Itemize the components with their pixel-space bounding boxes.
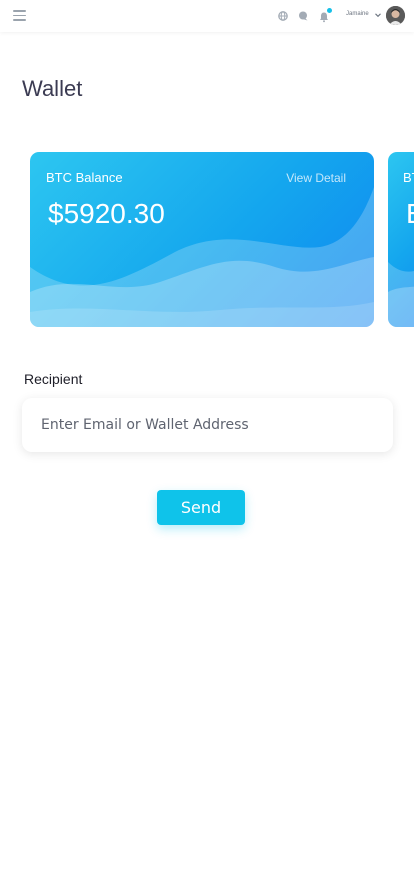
card-title: BT xyxy=(403,170,414,185)
card-title: BTC Balance xyxy=(46,170,123,185)
next-balance-card[interactable]: BT E xyxy=(388,152,414,327)
recipient-label: Recipient xyxy=(24,371,83,387)
send-button[interactable]: Send xyxy=(157,490,245,525)
avatar[interactable] xyxy=(386,6,405,25)
page-title: Wallet xyxy=(22,76,83,101)
view-detail-link[interactable]: View Detail xyxy=(286,171,346,185)
user-name[interactable]: Jamaine xyxy=(346,11,369,17)
globe-icon[interactable] xyxy=(277,10,289,22)
card-balance: $5920.30 xyxy=(48,198,165,229)
chevron-down-icon[interactable] xyxy=(374,11,382,19)
chat-icon[interactable] xyxy=(297,10,309,22)
notification-dot xyxy=(327,8,332,13)
hamburger-icon[interactable] xyxy=(13,10,26,21)
recipient-field-wrapper xyxy=(22,398,393,452)
top-bar: Jamaine xyxy=(0,0,414,32)
recipient-input[interactable] xyxy=(22,398,393,452)
bell-button[interactable] xyxy=(318,8,332,23)
btc-balance-card[interactable]: BTC Balance View Detail $5920.30 xyxy=(30,152,374,327)
card-balance: E xyxy=(406,198,414,230)
